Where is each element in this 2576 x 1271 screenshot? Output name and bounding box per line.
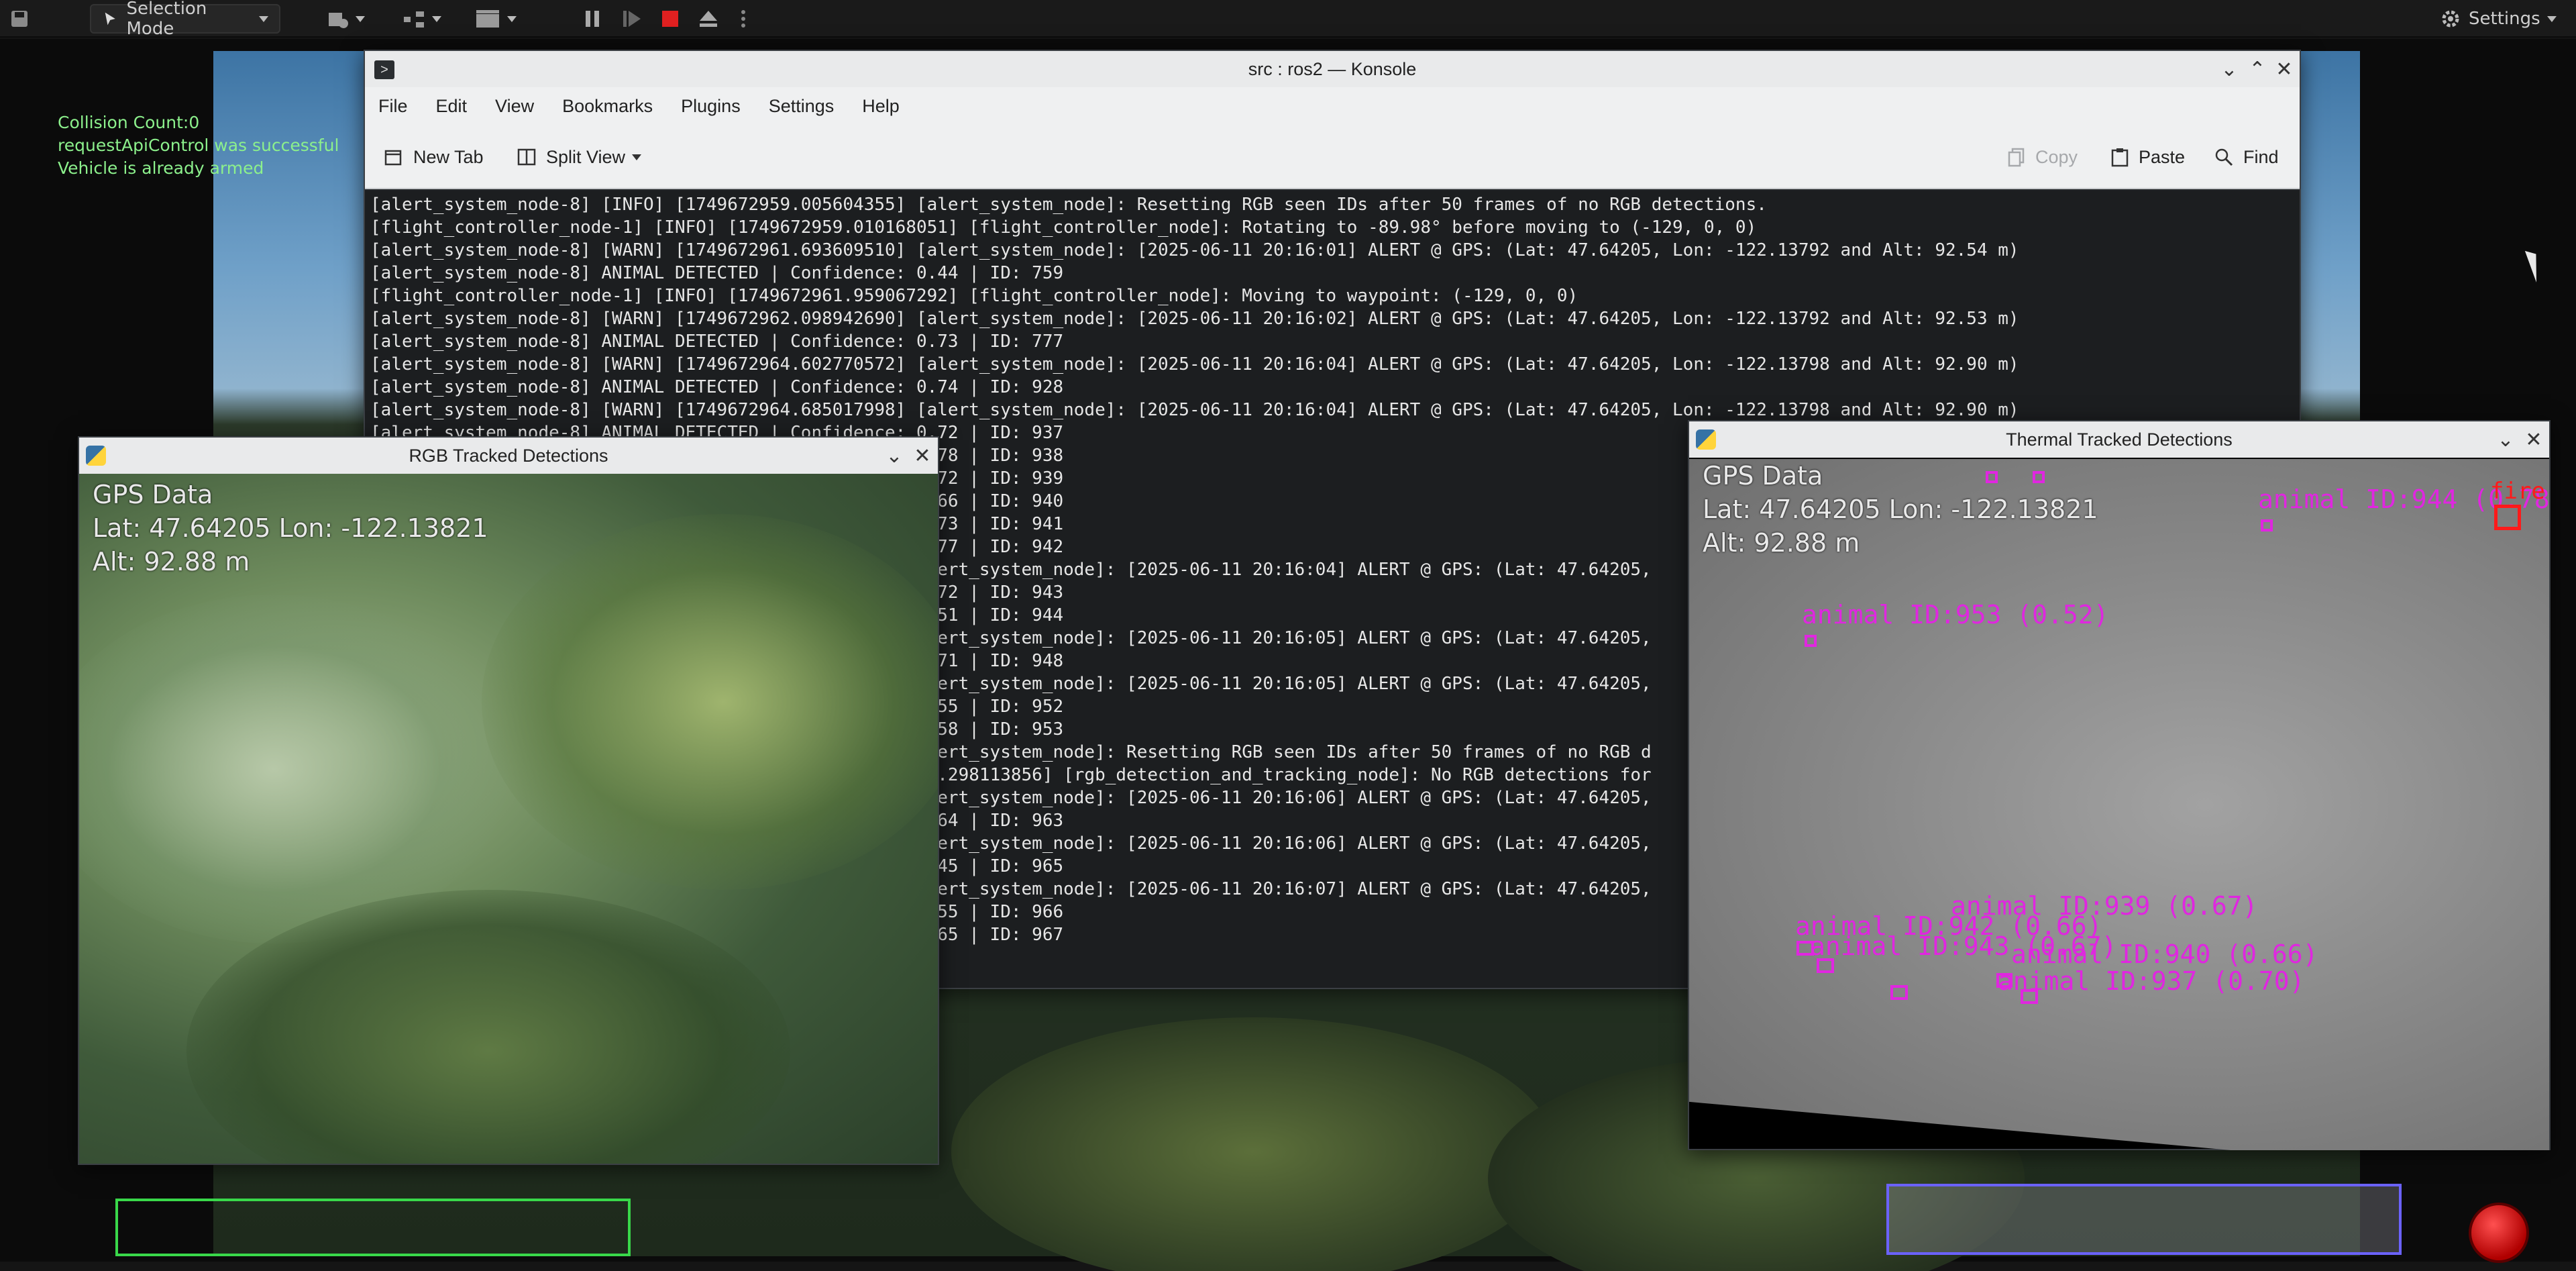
terminal-line: [alert_system_node-8] [WARN] [1749672964…: [370, 354, 2019, 374]
gps-altitude: Alt: 92.88 m: [93, 547, 250, 576]
split-view-icon: [517, 148, 536, 166]
eject-icon[interactable]: [698, 4, 722, 34]
select-arrow-icon: [105, 12, 115, 26]
save-icon[interactable]: [9, 4, 36, 34]
selection-mode-dropdown[interactable]: Selection Mode: [90, 0, 280, 39]
copy-button[interactable]: Copy: [2007, 140, 2078, 174]
gps-lat-lon: Lat: 47.64205 Lon: -122.13821: [93, 513, 488, 543]
settings-button[interactable]: Settings: [2439, 4, 2560, 34]
pause-icon[interactable]: [582, 4, 605, 34]
detection-box: [1805, 635, 1817, 647]
thermal-titlebar[interactable]: Thermal Tracked Detections ⌄ ✕: [1689, 421, 2549, 458]
gps-lat-lon: Lat: 47.64205 Lon: -122.13821: [1703, 495, 2098, 524]
mouse-cursor-icon: [2524, 248, 2546, 283]
terminal-line: [alert_system_node-8] [WARN] [1749672962…: [370, 309, 2019, 329]
detection-box: [1890, 985, 1908, 1000]
fire-label: fire: [2490, 478, 2545, 505]
close-icon[interactable]: ✕: [2273, 58, 2296, 81]
detection-box: [2021, 989, 2038, 1004]
thermal-detections-window: Thermal Tracked Detections ⌄ ✕ GPS Data …: [1688, 420, 2551, 1150]
detection-label: animal ID:937 (0.70): [1998, 966, 2305, 996]
detection-box: [1996, 973, 2012, 988]
fire-detection-box: [2494, 505, 2521, 530]
blueprint-icon[interactable]: [402, 4, 451, 34]
gps-title: GPS Data: [93, 480, 213, 509]
menu-plugins[interactable]: Plugins: [681, 96, 741, 117]
record-button[interactable]: [2469, 1203, 2529, 1263]
minimize-icon[interactable]: ⌄: [2218, 58, 2241, 81]
find-label: Find: [2243, 146, 2279, 167]
split-view-label: Split View: [546, 146, 626, 167]
rgb-camera-preview-frame: [115, 1199, 631, 1256]
more-options-icon[interactable]: [741, 4, 754, 34]
minimize-icon[interactable]: ⌄: [2494, 428, 2517, 452]
terminal-line: [alert_system_node-8] ANIMAL DETECTED | …: [370, 263, 1064, 283]
detection-box: [1796, 941, 1814, 956]
close-icon[interactable]: ✕: [2522, 428, 2545, 452]
detection-label: animal ID:953 (0.52): [1802, 600, 2109, 629]
paste-button[interactable]: Paste: [2110, 140, 2185, 174]
add-content-icon[interactable]: [326, 4, 373, 34]
terminal-line: [alert_system_node-8] [WARN] [1749672961…: [370, 240, 2019, 260]
thermal-camera-feed: GPS Data Lat: 47.64205 Lon: -122.13821 A…: [1689, 459, 2549, 1150]
detection-box: [1986, 471, 1998, 483]
paste-icon: [2111, 148, 2129, 167]
python-icon: [86, 446, 106, 466]
new-tab-button[interactable]: New Tab: [384, 140, 484, 174]
search-icon: [2215, 148, 2233, 166]
vehicle-status-overlay: Collision Count:0 requestApiControl was …: [58, 111, 339, 180]
window-title: src : ros2 — Konsole: [1248, 58, 1417, 79]
status-line: Vehicle is already armed: [58, 158, 264, 178]
menu-file[interactable]: File: [378, 96, 408, 117]
menu-settings[interactable]: Settings: [769, 96, 835, 117]
konsole-titlebar[interactable]: > src : ros2 — Konsole ⌄ ⌃ ✕: [365, 51, 2300, 87]
python-icon: [1696, 429, 1716, 450]
terminal-icon: >: [374, 60, 394, 79]
split-view-button[interactable]: Split View: [517, 140, 642, 174]
terminal-line: [flight_controller_node-1] [INFO] [17496…: [370, 217, 1757, 238]
menu-edit[interactable]: Edit: [436, 96, 468, 117]
detection-label: animal ID:940 (0.66): [2011, 939, 2318, 969]
terminal-line: [flight_controller_node-1] [INFO] [17496…: [370, 286, 1578, 306]
close-icon[interactable]: ✕: [911, 444, 934, 468]
maximize-icon[interactable]: ⌃: [2246, 58, 2269, 81]
settings-label: Settings: [2469, 9, 2540, 29]
menu-help[interactable]: Help: [862, 96, 900, 117]
menu-bookmarks[interactable]: Bookmarks: [562, 96, 653, 117]
menu-view[interactable]: View: [495, 96, 534, 117]
editor-toolbar: Selection Mode Settings: [0, 0, 2576, 39]
konsole-toolbar: New Tab Split View Copy Paste Find: [365, 125, 2300, 189]
new-tab-label: New Tab: [413, 146, 484, 167]
copy-icon: [2008, 148, 2025, 167]
rgb-camera-feed: GPS Data Lat: 47.64205 Lon: -122.13821 A…: [79, 474, 938, 1164]
selection-mode-label: Selection Mode: [126, 0, 207, 39]
status-line: Collision Count:0: [58, 113, 200, 132]
gps-altitude: Alt: 92.88 m: [1703, 528, 1860, 558]
detection-box: [1817, 958, 1834, 973]
step-forward-icon[interactable]: [621, 4, 645, 34]
rgb-titlebar[interactable]: RGB Tracked Detections ⌄ ✕: [79, 438, 938, 474]
stop-icon[interactable]: [660, 4, 683, 34]
detection-box: [2033, 471, 2045, 483]
thermal-camera-preview-frame: [1886, 1184, 2402, 1255]
terminal-line: [alert_system_node-8] [WARN] [1749672964…: [370, 400, 2019, 420]
paste-label: Paste: [2139, 146, 2186, 167]
window-title: Thermal Tracked Detections: [2006, 429, 2233, 450]
rgb-detections-window: RGB Tracked Detections ⌄ ✕ GPS Data Lat:…: [78, 436, 939, 1165]
terminal-line: [alert_system_node-8] ANIMAL DETECTED | …: [370, 332, 1064, 352]
terminal-line: [alert_system_node-8] [INFO] [1749672959…: [370, 195, 1767, 215]
gear-icon: [2442, 10, 2459, 28]
window-title: RGB Tracked Detections: [409, 445, 608, 466]
terminal-line: [alert_system_node-8] ANIMAL DETECTED | …: [370, 377, 1064, 397]
cinematics-icon[interactable]: [475, 4, 529, 34]
menu-bar: File Edit View Bookmarks Plugins Setting…: [365, 87, 2300, 125]
find-button[interactable]: Find: [2214, 140, 2279, 174]
copy-label: Copy: [2035, 146, 2078, 167]
minimize-icon[interactable]: ⌄: [883, 444, 906, 468]
gps-title: GPS Data: [1703, 461, 1823, 491]
new-tab-icon: [384, 150, 402, 166]
detection-box: [2261, 519, 2273, 531]
status-line: requestApiControl was successful: [58, 136, 339, 155]
